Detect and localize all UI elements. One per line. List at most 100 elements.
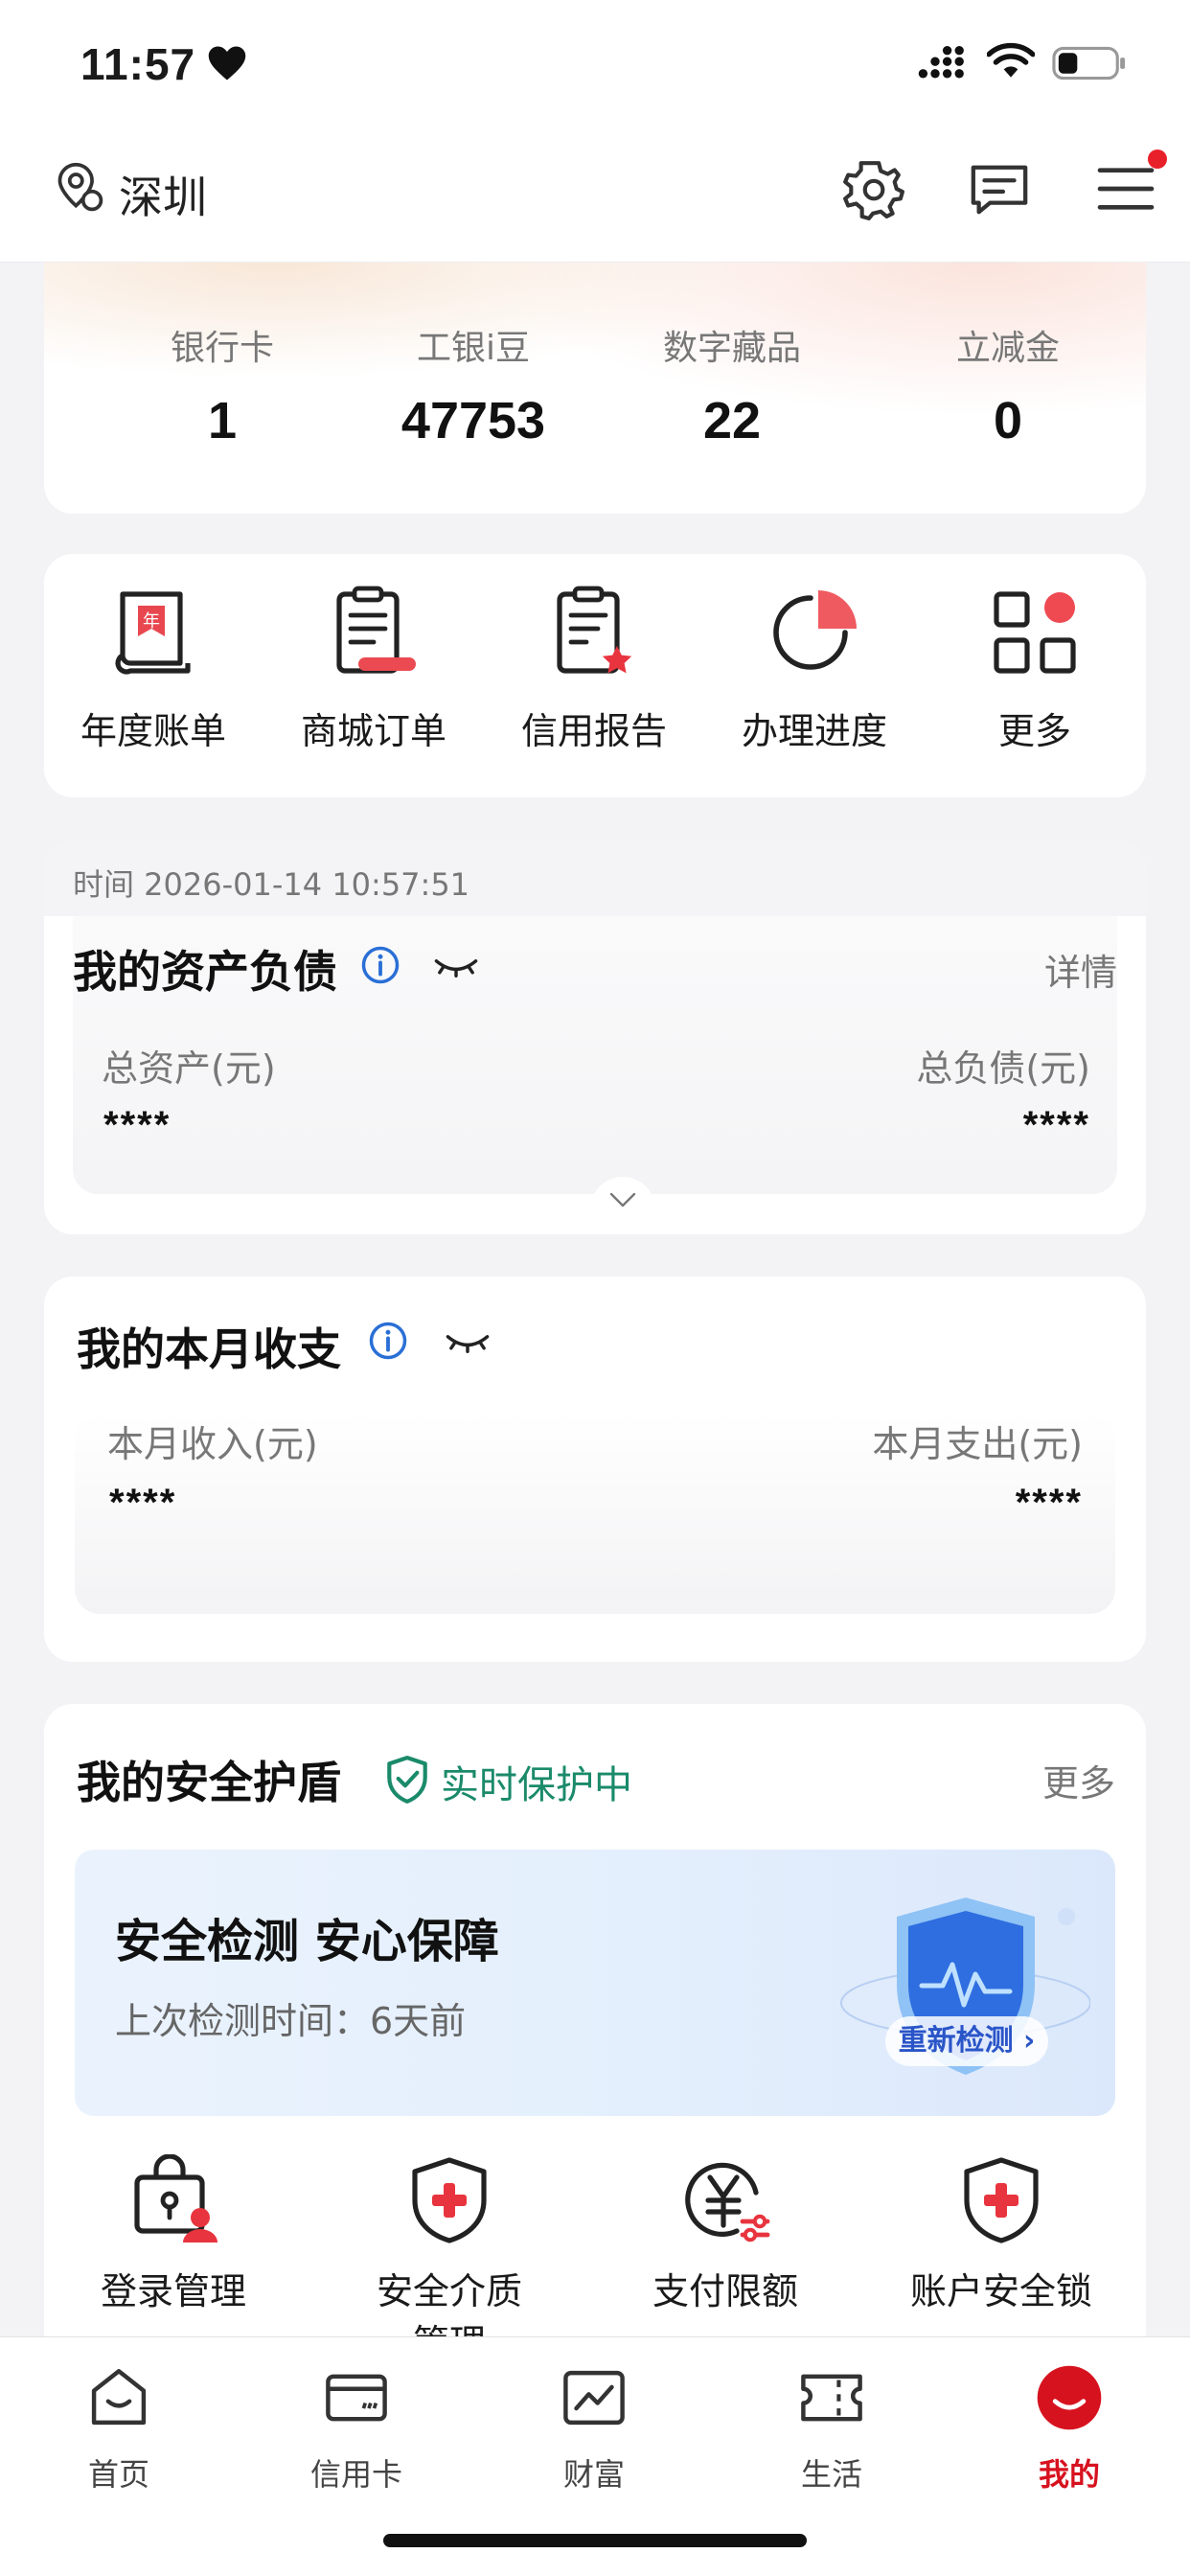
stat-label: 工银i豆 [416,329,530,368]
message-icon[interactable] [968,161,1031,218]
stat-value: 47753 [400,392,546,449]
chevron-down-icon [609,1192,636,1208]
wifi-icon [987,42,1035,78]
progress-pie-icon [773,590,857,670]
shield-plus-icon [964,2157,1039,2243]
credit-report-icon [557,586,632,674]
expand-toggle[interactable] [590,1177,655,1221]
stat-icbc-beans[interactable]: 工银i豆 47753 [349,320,598,450]
monthly-income-value: **** [109,1482,177,1524]
total-liabilities-label: 总负债(元) [916,1047,1090,1090]
tab-label: 信用卡 [309,2456,402,2493]
asset-timestamp: 时间 2026-01-14 10:57:51 [73,866,470,903]
asset-card: 时间 2026-01-14 10:57:51 我的资产负债 详情 总资产(元) … [44,841,1146,1234]
home-indicator[interactable] [383,2534,807,2547]
shield-check-icon [387,1756,427,1804]
shortcut-label: 年度账单 [80,710,226,752]
annual-bill-icon: 年 [115,591,191,675]
sec-label: 登录管理 [100,2270,246,2312]
shortcut-label: 商城订单 [300,710,446,752]
mine-face-icon [1037,2365,1102,2430]
tab-credit-card[interactable]: 信用卡 [280,2362,433,2495]
battery-icon [1052,46,1126,80]
tab-label: 财富 [562,2456,625,2493]
sec-label: 安全介质管理 [376,2270,522,2364]
sec-label: 账户安全锁 [909,2270,1092,2312]
recheck-button[interactable]: 重新检测 › [885,2016,1048,2066]
stat-instant-discount[interactable]: 立减金 0 [883,320,1133,450]
shortcut-annual-bill[interactable]: 年 年度账单 [57,583,249,754]
asset-detail-link[interactable]: 详情 [1044,943,1117,996]
sec-security-media[interactable]: 安全介质管理 [320,2154,579,2364]
total-assets-value: **** [103,1104,172,1146]
income-inner-panel[interactable]: 本月收入(元) **** 本月支出(元) **** [75,1413,1115,1614]
monthly-expense-label: 本月支出(元) [872,1423,1083,1465]
tab-label: 首页 [87,2456,149,2493]
income-title: 我的本月收支 [77,1323,341,1375]
svg-text:年: 年 [143,611,160,632]
stat-value: 22 [702,392,762,449]
home-icon [91,2369,147,2426]
tab-life[interactable]: 生活 [755,2362,908,2495]
asset-time-bar: 时间 2026-01-14 10:57:51 [44,841,1146,916]
sec-payment-limit[interactable]: 支付限额 [596,2154,855,2317]
login-lock-user-icon [134,2154,217,2242]
stat-digital-collections[interactable]: 数字藏品 22 [607,320,857,450]
info-icon[interactable] [368,1321,408,1361]
yen-limit-icon [685,2162,770,2242]
info-icon[interactable] [360,945,400,985]
eye-closed-icon[interactable] [433,954,479,978]
sec-account-lock[interactable]: 账户安全锁 [872,2154,1131,2317]
sec-login-management[interactable]: 登录管理 [44,2154,303,2317]
location-city[interactable]: 深圳 [119,163,207,226]
shortcut-label: 更多 [997,710,1071,752]
shortcut-progress[interactable]: 办理进度 [719,583,910,754]
total-assets-label: 总资产(元) [102,1047,276,1090]
shortcut-mall-order[interactable]: 商城订单 [278,583,469,754]
banner-title: 安全检测 安心保障 [115,1915,499,1968]
asset-inner-panel: 我的资产负债 详情 总资产(元) **** 总负债(元) **** [73,916,1117,1221]
security-check-banner[interactable]: 安全检测 安心保障 上次检测时间：6天前 重新检测 › [75,1850,1115,2116]
credit-card-icon [326,2374,387,2422]
status-bar: 11:57 [0,0,1190,126]
recheck-label: 重新检测 [898,2024,1014,2058]
sec-label: 支付限额 [652,2270,798,2312]
summary-card: 银行卡 1 工银i豆 47753 数字藏品 22 立减金 0 [44,263,1146,514]
stat-label: 数字藏品 [662,329,801,368]
asset-title: 我的资产负债 [73,946,337,998]
eye-closed-icon[interactable] [445,1330,491,1353]
status-time: 11:57 [80,39,196,89]
monthly-expense-value: **** [1015,1482,1083,1524]
tab-label: 生活 [800,2456,862,2493]
shortcut-credit-report[interactable]: 信用报告 [498,583,690,754]
shortcut-card: 年 年度账单 商城订单 信用报告 办理进度 更多 [44,554,1146,797]
wealth-chart-icon [563,2370,625,2426]
security-title: 我的安全护盾 [77,1757,341,1808]
stat-bank-card[interactable]: 银行卡 1 [98,320,347,450]
tab-mine[interactable]: 我的 [993,2362,1146,2495]
location-icon[interactable] [54,161,105,215]
shield-plus-icon [412,2157,487,2243]
gear-icon[interactable] [841,157,904,220]
signal-icon [918,46,964,79]
stat-value: 1 [207,392,238,449]
income-card: 我的本月收支 本月收入(元) **** 本月支出(元) **** [44,1276,1146,1662]
security-more-link[interactable]: 更多 [1042,1754,1115,1806]
last-check-time: 上次检测时间：6天前 [115,2000,467,2042]
shortcut-label: 办理进度 [741,710,887,752]
mall-order-icon [336,586,416,674]
menu-icon[interactable] [1096,163,1156,215]
total-liabilities-value: **** [1022,1104,1090,1146]
shortcut-label: 信用报告 [520,710,667,752]
monthly-income-label: 本月收入(元) [107,1423,318,1465]
tab-wealth[interactable]: 财富 [517,2362,671,2495]
stat-label: 银行卡 [170,329,274,368]
ticket-icon [801,2374,862,2422]
notification-dot [1148,150,1167,169]
heart-icon [208,46,246,80]
shortcut-more[interactable]: 更多 [939,583,1131,754]
tab-home[interactable]: 首页 [42,2362,195,2495]
stat-value: 0 [993,392,1023,449]
top-header: 深圳 [0,126,1190,263]
tab-label: 我的 [1038,2456,1100,2493]
